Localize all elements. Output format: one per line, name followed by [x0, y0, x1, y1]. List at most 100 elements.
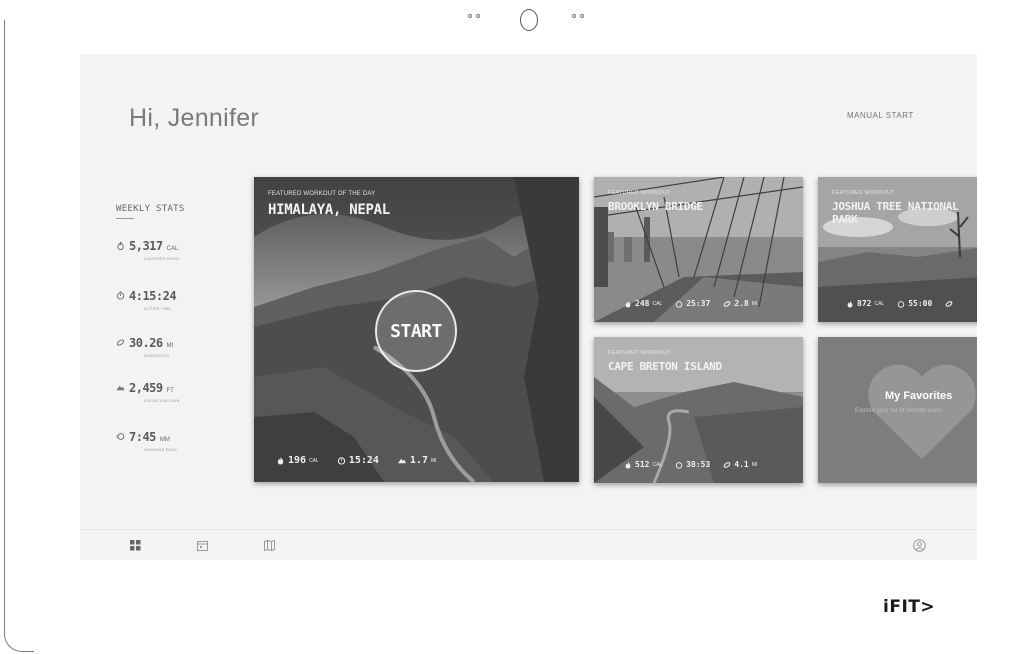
device-sensors	[468, 6, 590, 32]
stat-value: 5,317	[129, 239, 163, 253]
metric-calories: 196 CAL	[276, 455, 319, 466]
stopwatch-icon	[897, 300, 905, 308]
card-title: BROOKLYN BRIDGE	[608, 200, 703, 213]
stat-elevation: 2,459 FT ELEVATION GAIN	[116, 381, 180, 403]
metric-time: 15:24	[337, 455, 379, 466]
ifit-logo: iFIT>	[883, 597, 936, 617]
metric-time: 38:53	[675, 460, 710, 469]
map-icon[interactable]	[264, 540, 275, 551]
workout-card-cape-breton[interactable]: FEATURED WORKOUT CAPE BRETON ISLAND 512 …	[594, 337, 803, 483]
metric-calories: 872 CAL	[846, 299, 884, 308]
sensor-dot-icon	[580, 14, 584, 18]
stat-value: 7:45	[129, 430, 156, 444]
stat-value: 2,459	[129, 381, 163, 395]
stat-unit: FT	[166, 388, 174, 394]
app-screen: Hi, Jennifer MANUAL START WEEKLY STATS 5…	[80, 54, 977, 560]
card-metrics: 872 CAL 55:00	[846, 299, 953, 308]
flame-icon	[625, 300, 631, 308]
stat-label: ACTIVE TIME	[144, 306, 172, 311]
metric-value: 248	[635, 299, 650, 308]
calendar-icon[interactable]	[197, 540, 208, 551]
dashboard-icon[interactable]	[130, 540, 141, 551]
metric-time: 25:37	[675, 299, 710, 308]
metric-unit: MI	[751, 461, 758, 468]
metric-value: 196	[288, 455, 307, 466]
card-metrics: 196 CAL 15:24 1.7 MI	[276, 455, 437, 466]
metric-value: 55:00	[908, 299, 933, 308]
card-metrics: 512 CAL 38:53 4.1 MI	[624, 460, 757, 469]
sensor-dot-icon	[476, 14, 480, 18]
stat-label: WORKOUTS	[144, 353, 170, 358]
flame-icon	[117, 241, 124, 250]
card-kicker: FEATURED WORKOUT	[608, 190, 671, 196]
stats-title-underline	[116, 218, 134, 219]
bottom-nav	[80, 529, 977, 560]
greeting-title: Hi, Jennifer	[129, 104, 260, 132]
stopwatch-icon	[675, 461, 683, 469]
card-title: CAPE BRETON ISLAND	[608, 360, 722, 373]
distance-icon	[723, 300, 731, 307]
pace-icon	[116, 433, 125, 440]
start-button[interactable]: START	[375, 290, 457, 372]
stopwatch-icon	[337, 457, 345, 465]
metric-elevation: 1.7 MI	[397, 455, 437, 466]
stopwatch-icon	[116, 291, 125, 300]
distance-icon	[723, 461, 731, 468]
favorites-title: My Favorites	[885, 390, 953, 402]
metric-unit: CAL	[652, 300, 663, 307]
stat-label: CALORIES BURN	[144, 256, 180, 261]
metric-value: 25:37	[686, 299, 711, 308]
distance-icon	[945, 300, 953, 307]
elevation-icon	[397, 458, 406, 464]
camera-icon	[520, 9, 538, 31]
metric-value: 872	[857, 299, 872, 308]
metric-calories: 512 CAL	[624, 460, 662, 469]
stat-label: ELEVATION GAIN	[144, 398, 180, 403]
metric-unit: CAL	[309, 457, 319, 464]
device-frame-edge	[4, 20, 34, 652]
stat-value: 4:15:24	[129, 289, 177, 303]
elevation-icon	[116, 385, 125, 391]
flame-icon	[847, 300, 853, 308]
metric-value: 4.1	[734, 460, 749, 469]
profile-icon[interactable]	[913, 539, 926, 552]
stat-unit: MI	[166, 343, 174, 349]
workout-card-joshua-tree[interactable]: FEATURED WORKOUT JOSHUA TREE NATIONAL PA…	[818, 177, 977, 322]
card-kicker: FEATURED WORKOUT OF THE DAY	[268, 191, 376, 197]
favorites-card[interactable]: My Favorites Explore your list of favori…	[818, 337, 977, 483]
stat-unit: MM	[159, 437, 170, 443]
distance-icon	[116, 339, 125, 346]
metric-unit: CAL	[652, 461, 663, 468]
metric-calories: 248 CAL	[624, 299, 662, 308]
featured-workout-card-himalaya[interactable]: FEATURED WORKOUT OF THE DAY HIMALAYA, NE…	[254, 177, 579, 482]
flame-icon	[625, 461, 631, 469]
flame-icon	[277, 456, 284, 465]
stopwatch-icon	[675, 300, 683, 308]
metric-distance	[945, 300, 953, 308]
stat-unit: CAL	[166, 246, 179, 252]
card-title: HIMALAYA, NEPAL	[268, 202, 390, 218]
stat-value: 30.26	[129, 336, 163, 350]
metric-distance: 2.8 MI	[723, 299, 757, 308]
metric-time: 55:00	[897, 299, 932, 308]
metric-value: 2.8	[734, 299, 749, 308]
metric-value: 15:24	[348, 455, 379, 466]
stat-active-time: 4:15:24 ACTIVE TIME	[116, 289, 180, 311]
start-label: START	[390, 320, 442, 342]
manual-start-button[interactable]: MANUAL START	[847, 111, 914, 120]
weekly-stats-title: WEEKLY STATS	[116, 204, 185, 214]
metric-unit: CAL	[874, 300, 885, 307]
metric-distance: 4.1 MI	[723, 460, 757, 469]
metric-unit: MI	[751, 300, 758, 307]
workout-card-brooklyn-bridge[interactable]: FEATURED WORKOUT BROOKLYN BRIDGE 248 CAL…	[594, 177, 803, 322]
card-title: JOSHUA TREE NATIONAL PARK	[832, 200, 959, 226]
stat-calories: 5,317 CAL CALORIES BURN	[116, 239, 179, 261]
sensor-dot-icon	[468, 14, 472, 18]
sensor-dot-icon	[572, 14, 576, 18]
metric-value: 1.7	[409, 455, 428, 466]
card-metrics: 248 CAL 25:37 2.8 MI	[624, 299, 757, 308]
stat-pace: 7:45 MM AVERAGE PACE	[116, 430, 177, 452]
card-kicker: FEATURED WORKOUT	[832, 190, 895, 196]
card-kicker: FEATURED WORKOUT	[608, 350, 671, 356]
stat-distance: 30.26 MI WORKOUTS	[116, 336, 173, 358]
